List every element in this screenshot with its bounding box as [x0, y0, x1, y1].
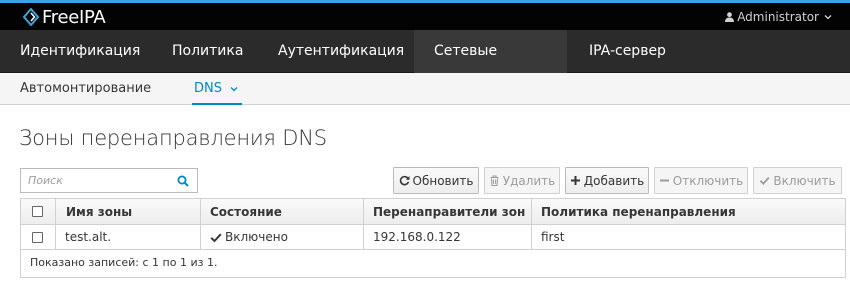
chevron-down-icon [230, 86, 238, 91]
subnav-item-label: DNS [194, 81, 222, 96]
primary-nav: Идентификация Политика Аутентификация Се… [0, 30, 850, 102]
state-label: Включено [225, 230, 288, 244]
check-icon [210, 233, 222, 242]
table-row: test.alt. Включено 192.168.0.122 first [21, 225, 845, 250]
nav-item-network-services[interactable]: Сетевые службы [414, 30, 567, 102]
search-box [20, 168, 198, 193]
delete-label: Удалить [502, 173, 556, 188]
minus-icon [659, 179, 669, 182]
refresh-button[interactable]: Обновить [393, 167, 479, 194]
refresh-label: Обновить [412, 173, 474, 188]
table-header: Имя зоны Состояние Перенаправители зон П… [21, 199, 845, 225]
column-header-forwarders[interactable]: Перенаправители зон [363, 199, 531, 224]
refresh-icon [399, 175, 410, 186]
user-name: Administrator [737, 10, 819, 24]
freeipa-logo-icon [22, 8, 40, 26]
column-header-zone-name[interactable]: Имя зоны [55, 199, 200, 224]
plus-icon [570, 176, 580, 185]
brand-name: FreeIPA [42, 6, 106, 28]
chevron-down-icon [824, 15, 832, 20]
add-label: Добавить [583, 173, 645, 188]
disable-label: Отключить [672, 173, 744, 188]
delete-button[interactable]: Удалить [484, 167, 560, 194]
forwarders-cell: 192.168.0.122 [363, 225, 531, 249]
app-root: FreeIPA Administrator Идентификация Поли… [0, 0, 850, 288]
check-icon [760, 176, 770, 185]
nav-item-policy[interactable]: Политика [152, 30, 263, 73]
search-icon[interactable] [177, 175, 189, 187]
table-footer-summary: Показано записей: с 1 по 1 из 1. [30, 256, 218, 269]
add-button[interactable]: Добавить [565, 167, 649, 194]
subnav-item-label: Автомонтирование [20, 81, 152, 96]
subnav-item-dns[interactable]: DNS [191, 73, 243, 105]
trash-icon [490, 175, 499, 186]
forward-zones-table: Имя зоны Состояние Перенаправители зон П… [20, 198, 846, 278]
column-header-forward-policy[interactable]: Политика перенаправления [531, 199, 845, 224]
search-input[interactable] [21, 169, 171, 192]
zone-name-link[interactable]: test.alt. [55, 225, 200, 249]
disable-button[interactable]: Отключить [654, 167, 748, 194]
enable-label: Включить [773, 173, 836, 188]
select-all-cell [21, 199, 55, 224]
brand-logo[interactable]: FreeIPA [22, 6, 106, 28]
select-all-checkbox[interactable] [32, 206, 43, 217]
row-select-cell [21, 225, 55, 249]
nav-item-identity[interactable]: Идентификация [0, 30, 160, 73]
user-menu[interactable]: Administrator [725, 8, 832, 26]
forward-policy-cell: first [531, 225, 845, 249]
column-header-state[interactable]: Состояние [200, 199, 363, 224]
nav-item-authentication[interactable]: Аутентификация [258, 30, 424, 73]
nav-item-ipa-server[interactable]: IPA-сервер [569, 30, 686, 73]
top-header: FreeIPA Administrator [0, 0, 850, 30]
enable-button[interactable]: Включить [753, 167, 842, 194]
state-cell: Включено [200, 225, 363, 249]
subnav-item-automount[interactable]: Автомонтирование [20, 73, 151, 105]
user-icon [725, 12, 735, 22]
page-title: Зоны перенаправления DNS [19, 126, 327, 150]
row-checkbox[interactable] [32, 231, 43, 243]
secondary-nav: Автомонтирование DNS [0, 73, 850, 105]
